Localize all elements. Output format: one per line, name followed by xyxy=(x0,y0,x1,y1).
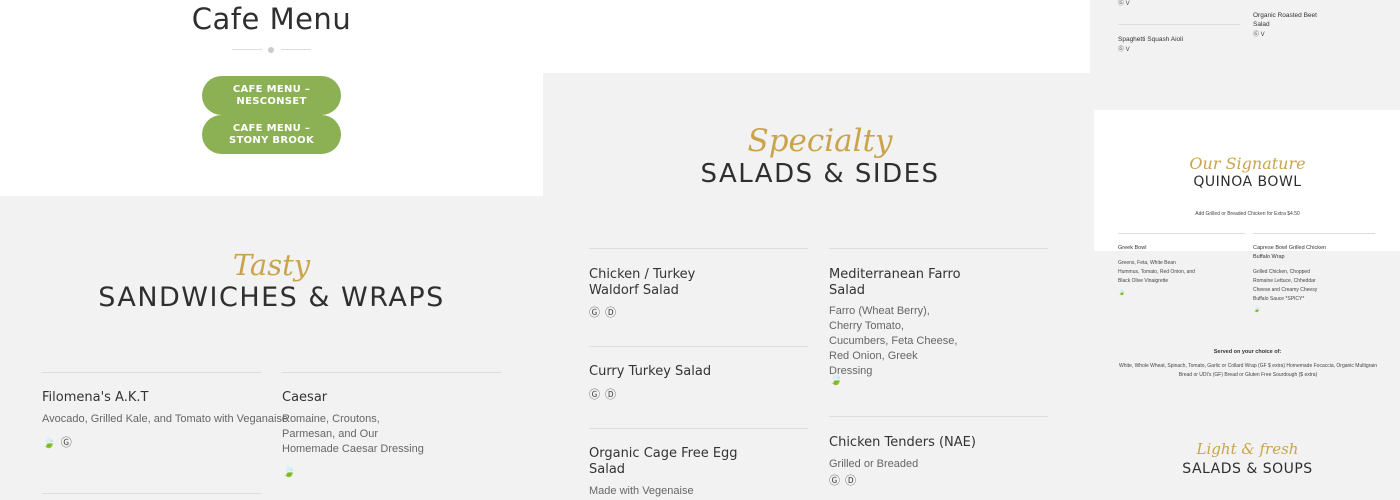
menu-item-title: Mediterranean Farro Salad xyxy=(829,267,961,298)
side-divider xyxy=(1253,233,1375,234)
dietary-icons: 🍃 Ⓖ xyxy=(42,437,73,449)
menu-item-title: Chicken Tenders (NAE) xyxy=(829,435,976,450)
quinoa-script-label: Our Signature xyxy=(1189,154,1306,173)
served-title: Served on your choice of: xyxy=(1213,349,1282,355)
sandwiches-script-label: Tasty xyxy=(232,248,311,282)
menu-item-description: Avocado, Grilled Kale, and Tomato with V… xyxy=(42,413,289,425)
menu-item-title: Curry Turkey Salad xyxy=(589,364,712,379)
menu-item-title: Filomena's A.K.T xyxy=(42,390,149,405)
salad-divider xyxy=(589,428,808,429)
menu-item-description: Made with Vegenaise xyxy=(589,485,694,497)
salad-divider xyxy=(589,346,808,347)
dietary-icons: 🍃 xyxy=(282,466,297,478)
page-title: Cafe Menu xyxy=(191,2,352,36)
salads-script-label: Specialty xyxy=(747,123,893,159)
menu-item-description: Farro (Wheat Berry), Cherry Tomato, Cucu… xyxy=(829,305,958,377)
dietary-icons: Ⓖ V xyxy=(1118,1,1130,7)
sandwich-divider xyxy=(282,372,501,373)
salads-top-band xyxy=(543,0,1090,73)
dietary-icons: 🍃 xyxy=(1118,290,1126,296)
menu-item-title: Organic Roasted Beet Salad xyxy=(1253,12,1317,28)
divider-dot-icon xyxy=(268,47,274,53)
menu-item-title: Caesar xyxy=(282,390,328,405)
menu-item-title: Greek Bowl xyxy=(1118,245,1147,251)
side-panel-top xyxy=(1094,0,1400,110)
menu-item-title: Caprese Bowl Grilled Chicken Buffalo Wra… xyxy=(1253,245,1327,260)
dietary-icons: 🍃 xyxy=(829,374,844,386)
menu-item-description: Grilled or Breaded xyxy=(829,458,919,470)
light-heading: SALADS & SOUPS xyxy=(1182,461,1313,477)
salads-heading: SALADS & SIDES xyxy=(700,159,940,189)
dietary-icons: Ⓖ V xyxy=(1253,32,1265,38)
title-divider xyxy=(232,45,312,55)
salad-divider xyxy=(589,248,808,249)
sandwich-divider xyxy=(42,372,261,373)
dietary-icons: Ⓖ V xyxy=(1118,47,1130,53)
menu-item-description: Greens, Feta, White Bean Hummus, Tomato,… xyxy=(1118,260,1195,284)
menu-item-description: Grilled Chicken, Chopped Romaine Lettuce… xyxy=(1253,269,1318,302)
quinoa-heading: QUINOA BOWL xyxy=(1193,174,1302,190)
salad-divider xyxy=(829,416,1048,417)
side-divider xyxy=(1118,233,1245,234)
salad-divider xyxy=(829,248,1048,249)
menu-item-title: Spaghetti Squash Aioli xyxy=(1118,36,1184,43)
light-script-label: Light & fresh xyxy=(1196,440,1299,458)
sandwich-divider xyxy=(42,493,261,494)
dietary-icons: Ⓖ Ⓓ xyxy=(829,475,858,487)
dietary-icons: Ⓖ Ⓓ xyxy=(589,389,618,401)
sandwiches-section xyxy=(0,196,543,500)
served-text: White, Whole Wheat, Spinach, Tomato, Gar… xyxy=(1119,363,1377,378)
menu-item-description: Romaine, Croutons, Parmesan, and Our Hom… xyxy=(282,413,424,455)
side-divider xyxy=(1118,24,1240,25)
cafe-menu-nesconset-button[interactable]: CAFE MENU – NESCONSET xyxy=(202,76,341,115)
cafe-menu-stony-brook-button[interactable]: CAFE MENU – STONY BROOK xyxy=(202,115,341,154)
dietary-icons: 🍃 xyxy=(1253,307,1261,313)
menu-item-title: Organic Cage Free Egg Salad xyxy=(589,446,738,477)
menu-item-title: Chicken / Turkey Waldorf Salad xyxy=(589,267,696,298)
dietary-icons: Ⓖ Ⓓ xyxy=(589,307,618,319)
quinoa-note: Add Grilled or Breaded Chicken for Extra… xyxy=(1195,211,1300,217)
sandwiches-heading: SANDWICHES & WRAPS xyxy=(98,282,445,313)
